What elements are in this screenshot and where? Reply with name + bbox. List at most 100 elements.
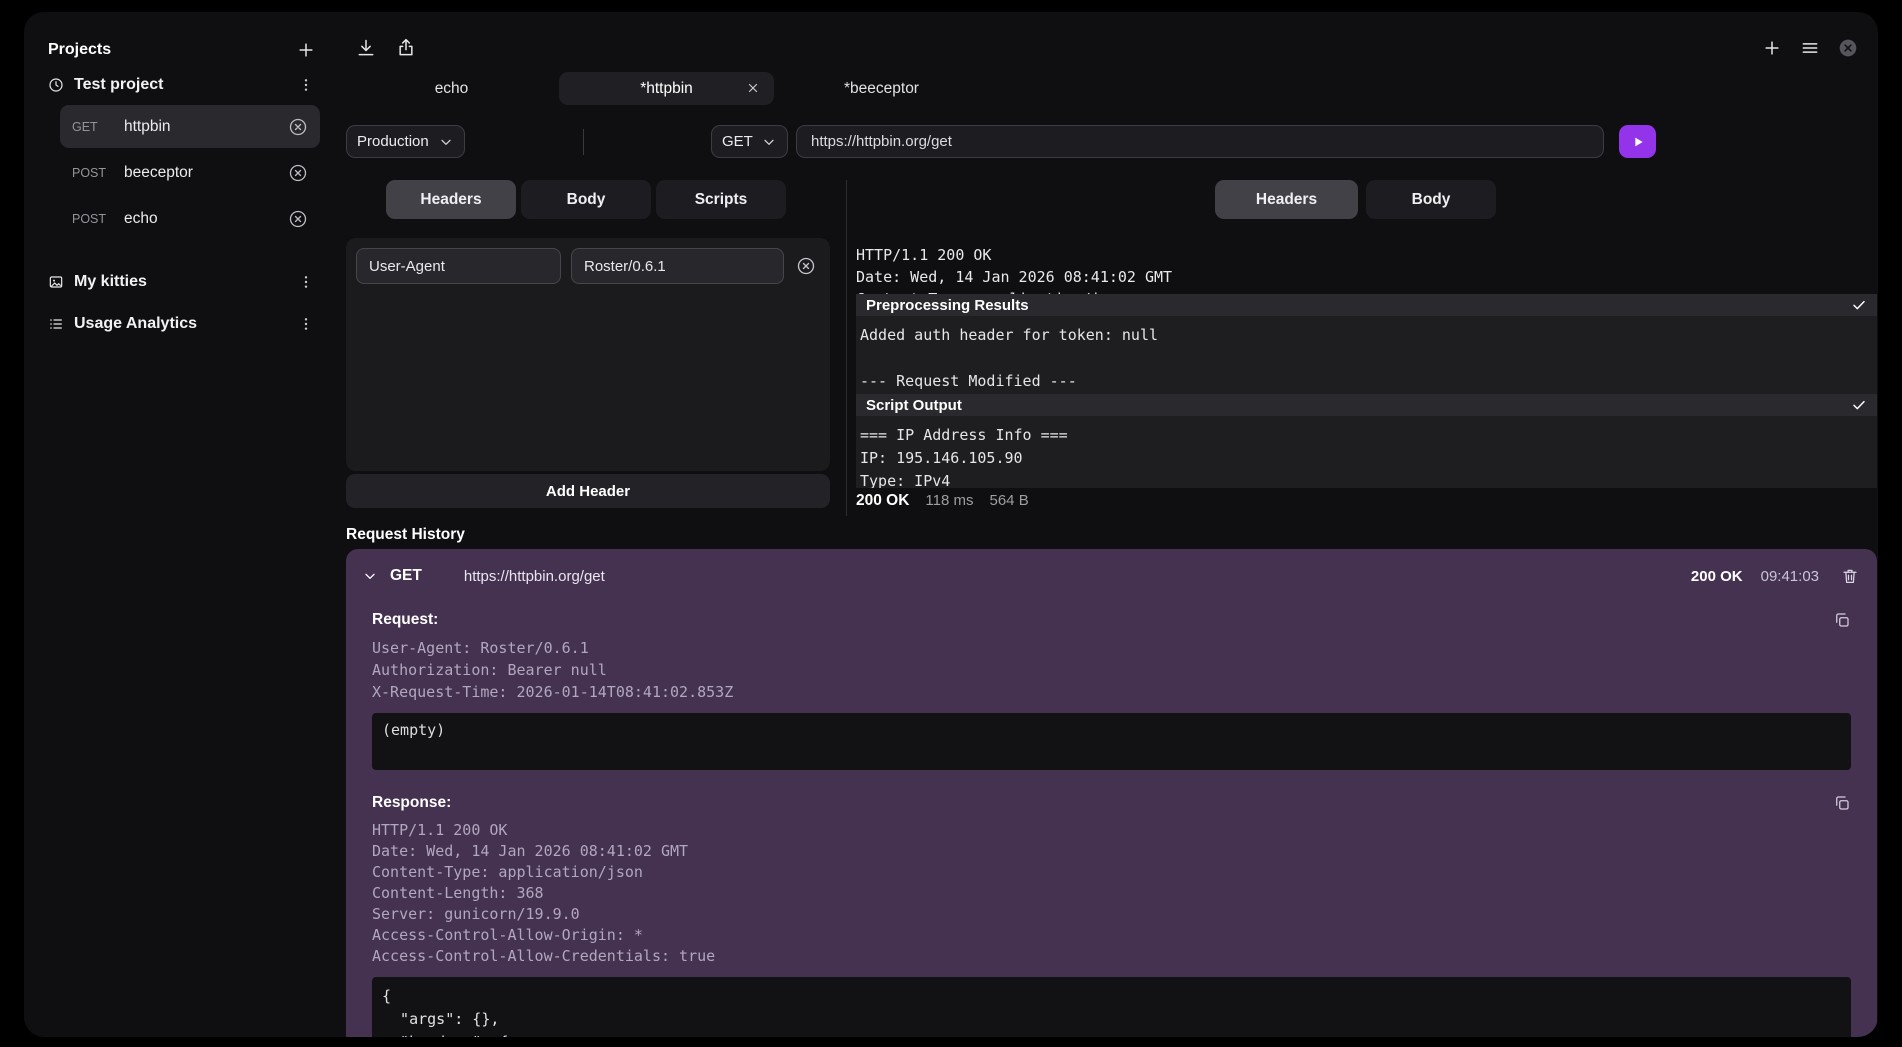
tab-label: Body: [567, 191, 606, 209]
request-name: httpbin: [124, 118, 282, 136]
download-icon: [356, 38, 376, 58]
toolbar-right: [1762, 38, 1858, 58]
collection-menu-button[interactable]: [298, 316, 314, 332]
remove-request-button[interactable]: [288, 209, 308, 229]
new-tab-button[interactable]: [1762, 38, 1782, 58]
url-input[interactable]: [796, 125, 1604, 158]
header-value-input[interactable]: [571, 248, 784, 284]
status-code: 200 OK: [856, 492, 909, 510]
copy-icon: [1833, 611, 1851, 629]
toolbar-left: [356, 38, 416, 58]
environment-select[interactable]: Production: [346, 125, 465, 158]
close-tab-button[interactable]: [746, 81, 760, 95]
tab-response-body[interactable]: Body: [1366, 180, 1496, 219]
app-window: Projects Test project GET httpbin POST b…: [24, 12, 1878, 1037]
chevron-down-icon[interactable]: [362, 568, 378, 584]
history-request-headers: User-Agent: Roster/0.6.1 Authorization: …: [372, 637, 1851, 703]
tab-response-headers[interactable]: Headers: [1215, 180, 1358, 219]
close-window-button[interactable]: [1838, 38, 1858, 58]
preprocessing-section-header[interactable]: Preprocessing Results: [856, 294, 1877, 316]
image-icon: [48, 274, 64, 290]
response-label: Response:: [372, 794, 451, 812]
method-select[interactable]: GET: [711, 125, 788, 158]
collection-name: My kitties: [74, 273, 288, 291]
x-circle-icon: [288, 117, 308, 137]
sidebar-item-my-kitties[interactable]: My kitties: [42, 265, 320, 299]
import-button[interactable]: [356, 38, 376, 58]
plus-icon: [1762, 38, 1782, 58]
copy-response-button[interactable]: [1833, 794, 1851, 812]
history-entry: GET https://httpbin.org/get 200 OK 09:41…: [346, 549, 1877, 1037]
menu-button[interactable]: [1800, 38, 1820, 58]
x-circle-icon: [288, 209, 308, 229]
add-header-button[interactable]: Add Header: [346, 474, 830, 508]
header-key-input[interactable]: [356, 248, 561, 284]
remove-header-button[interactable]: [796, 256, 816, 276]
sidebar-header: Projects: [48, 40, 316, 60]
remove-request-button[interactable]: [288, 163, 308, 183]
tab-request-scripts[interactable]: Scripts: [656, 180, 786, 219]
response-size: 564 B: [990, 492, 1029, 509]
tab-label: Headers: [420, 191, 481, 209]
response-time: 118 ms: [925, 492, 973, 509]
request-name: beeceptor: [124, 164, 282, 182]
tab-beeceptor[interactable]: *beeceptor: [774, 72, 989, 105]
delete-history-button[interactable]: [1841, 567, 1859, 585]
history-url: https://httpbin.org/get: [464, 568, 1691, 585]
play-icon: [1630, 134, 1646, 150]
export-button[interactable]: [396, 38, 416, 58]
response-section-row: Response:: [372, 794, 1851, 812]
request-name: echo: [124, 210, 282, 228]
projects-title: Projects: [48, 41, 111, 59]
history-response-body: { "args": {}, "headers": {: [372, 977, 1851, 1037]
sidebar-item-beeceptor[interactable]: POST beeceptor: [60, 151, 320, 194]
history-entry-header[interactable]: GET https://httpbin.org/get 200 OK 09:41…: [356, 561, 1867, 591]
chevron-down-icon: [438, 134, 454, 150]
request-bar: Production GET: [334, 125, 1878, 158]
project-menu-button[interactable]: [298, 77, 314, 93]
file-tabs: echo *httpbin *beeceptor: [344, 72, 989, 105]
history-time: 09:41:03: [1761, 568, 1819, 585]
request-method: POST: [72, 166, 118, 180]
sidebar-item-test-project[interactable]: Test project: [42, 68, 320, 102]
response-headers-preview: HTTP/1.1 200 OK Date: Wed, 14 Jan 2026 0…: [856, 244, 1877, 294]
script-output-section-header[interactable]: Script Output: [856, 394, 1877, 416]
tab-request-headers[interactable]: Headers: [386, 180, 516, 219]
script-output[interactable]: === IP Address Info === IP: 195.146.105.…: [856, 416, 1877, 488]
send-button[interactable]: [1619, 125, 1656, 158]
headers-editor: [346, 238, 830, 471]
tab-httpbin[interactable]: *httpbin: [559, 72, 774, 105]
sidebar-item-httpbin[interactable]: GET httpbin: [60, 105, 320, 148]
tab-label: *beeceptor: [844, 80, 919, 98]
plus-icon: [296, 40, 316, 60]
chevron-down-icon: [761, 134, 777, 150]
sidebar-item-echo[interactable]: POST echo: [60, 197, 320, 240]
section-title: Script Output: [866, 397, 962, 414]
preprocessing-output[interactable]: Added auth header for token: null --- Re…: [856, 316, 1877, 394]
header-row: [356, 248, 820, 284]
main-area: echo *httpbin *beeceptor Production GET: [334, 12, 1878, 1037]
kebab-icon: [298, 77, 314, 93]
clock-icon: [48, 77, 64, 93]
history-request-body: (empty): [372, 713, 1851, 770]
close-icon: [746, 81, 760, 95]
tab-request-body[interactable]: Body: [521, 180, 651, 219]
add-project-button[interactable]: [296, 40, 316, 60]
request-label: Request:: [372, 611, 438, 629]
pane-divider: [846, 180, 847, 516]
request-history-title: Request History: [346, 526, 465, 544]
remove-request-button[interactable]: [288, 117, 308, 137]
copy-request-button[interactable]: [1833, 611, 1851, 629]
kebab-icon: [298, 316, 314, 332]
history-response-headers: HTTP/1.1 200 OK Date: Wed, 14 Jan 2026 0…: [372, 820, 1851, 967]
trash-icon: [1841, 567, 1859, 585]
collection-menu-button[interactable]: [298, 274, 314, 290]
sidebar: Projects Test project GET httpbin POST b…: [24, 12, 334, 1037]
section-title: Preprocessing Results: [866, 297, 1029, 314]
share-icon: [396, 38, 416, 58]
history-method: GET: [390, 567, 422, 585]
response-status-bar: 200 OK 118 ms 564 B: [856, 492, 1029, 510]
tab-echo[interactable]: echo: [344, 72, 559, 105]
add-header-label: Add Header: [546, 483, 630, 500]
sidebar-item-usage-analytics[interactable]: Usage Analytics: [42, 307, 320, 341]
